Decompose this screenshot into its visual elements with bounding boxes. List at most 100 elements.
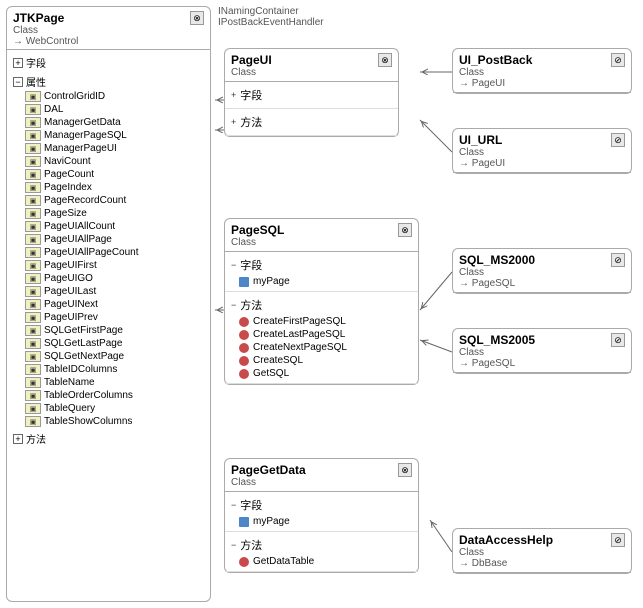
pageui-fields-section: + 字段 [225, 82, 398, 109]
methods-section: + 方法 [11, 430, 206, 447]
prop-icon: ▣ [25, 234, 41, 245]
prop-icon: ▣ [25, 182, 41, 193]
pageui-methods-section: + 方法 [225, 109, 398, 136]
prop-icon: ▣ [25, 364, 41, 375]
methods-section-header[interactable]: + 方法 [11, 430, 206, 447]
prop-icon: ▣ [25, 104, 41, 115]
pageui-methods-toggle[interactable]: + [231, 117, 236, 127]
dataaccesshelp-subtitle: Class [459, 547, 553, 558]
sqlms2000-subtitle: Class [459, 267, 535, 278]
pagesql-methods-toggle[interactable]: − [231, 300, 236, 310]
pagegetdata-fields-header[interactable]: − 字段 [231, 495, 412, 515]
pagegetdata-methods-section: − 方法 GetDataTable [225, 532, 418, 572]
pagesql-methods-label: 方法 [240, 297, 262, 313]
fields-section-header[interactable]: + 字段 [11, 54, 206, 71]
prop-icon: ▣ [25, 169, 41, 180]
panel-inheritance: → WebControl [13, 36, 78, 47]
card-dataaccesshelp: DataAccessHelp Class → DbBase ⊘ [452, 528, 632, 574]
pagesql-collapse[interactable]: ⊗ [398, 223, 412, 237]
panel-title: JTKPage [13, 11, 78, 25]
list-item: ▣TableQuery [23, 402, 206, 415]
prop-icon: ▣ [25, 260, 41, 271]
prop-icon: ▣ [25, 312, 41, 323]
sqlms2005-inheritance: → PageSQL [459, 358, 535, 369]
prop-icon: ▣ [25, 325, 41, 336]
properties-label: 属性 [26, 74, 46, 89]
prop-icon: ▣ [25, 117, 41, 128]
prop-icon: ▣ [25, 143, 41, 154]
pagesql-field-mypage-label: myPage [253, 276, 290, 287]
dataaccesshelp-collapse[interactable]: ⊘ [611, 533, 625, 547]
sqlms2005-collapse[interactable]: ⊘ [611, 333, 625, 347]
prop-icon: ▣ [25, 338, 41, 349]
list-item: ▣PageUIPrev [23, 311, 206, 324]
top-note: INamingContainer IPostBackEventHandler [218, 6, 324, 28]
list-item: ▣DAL [23, 103, 206, 116]
list-item: ▣SQLGetNextPage [23, 350, 206, 363]
prop-icon: ▣ [25, 390, 41, 401]
pageui-fields-header[interactable]: + 字段 [231, 85, 392, 105]
sqlms2000-inheritance: → PageSQL [459, 278, 535, 289]
pagesql-fields-header[interactable]: − 字段 [231, 255, 412, 275]
pagesql-fields-toggle[interactable]: − [231, 260, 236, 270]
pagegetdata-fields-label: 字段 [240, 497, 262, 513]
list-item: ▣PageCount [23, 168, 206, 181]
methods-toggle[interactable]: + [13, 434, 23, 444]
uiurl-collapse[interactable]: ⊘ [611, 133, 625, 147]
field-icon [239, 517, 249, 527]
pagesql-method-2: CreateNextPageSQL [231, 341, 412, 354]
list-item: ▣PageUIAllCount [23, 220, 206, 233]
prop-icon: ▣ [25, 195, 41, 206]
uipostback-subtitle: Class [459, 67, 532, 78]
sqlms2000-collapse[interactable]: ⊘ [611, 253, 625, 267]
properties-list: ▣ControlGridID▣DAL▣ManagerGetData▣Manage… [23, 90, 206, 428]
pageui-methods-header[interactable]: + 方法 [231, 112, 392, 132]
prop-icon: ▣ [25, 221, 41, 232]
list-item: ▣PageSize [23, 207, 206, 220]
card-sql-ms2000: SQL_MS2000 Class → PageSQL ⊘ [452, 248, 632, 294]
properties-section-header[interactable]: − 属性 [11, 73, 206, 90]
list-item: ▣TableName [23, 376, 206, 389]
prop-icon: ▣ [25, 273, 41, 284]
fields-section: + 字段 [11, 54, 206, 71]
pagesql-title: PageSQL [231, 223, 284, 237]
card-sql-ms2005: SQL_MS2005 Class → PageSQL ⊘ [452, 328, 632, 374]
pageui-collapse[interactable]: ⊗ [378, 53, 392, 67]
list-item: ▣PageUIGO [23, 272, 206, 285]
list-item: ▣PageUILast [23, 285, 206, 298]
pagegetdata-method-0: GetDataTable [231, 555, 412, 568]
card-ui-postback: UI_PostBack Class → PageUI ⊘ [452, 48, 632, 94]
pagegetdata-methods-header[interactable]: − 方法 [231, 535, 412, 555]
list-item: ▣PageIndex [23, 181, 206, 194]
uipostback-collapse[interactable]: ⊘ [611, 53, 625, 67]
panel-collapse-btn[interactable]: ⊗ [190, 11, 204, 25]
pagegetdata-subtitle: Class [231, 477, 306, 488]
sqlms2005-subtitle: Class [459, 347, 535, 358]
card-pageui: PageUI Class ⊗ + 字段 + 方法 [224, 48, 399, 137]
uipostback-inheritance: → PageUI [459, 78, 532, 89]
pagegetdata-fields-toggle[interactable]: − [231, 500, 236, 510]
uiurl-subtitle: Class [459, 147, 505, 158]
pagegetdata-title: PageGetData [231, 463, 306, 477]
pagesql-field-mypage: myPage [231, 275, 412, 288]
prop-icon: ▣ [25, 377, 41, 388]
card-pagesql: PageSQL Class ⊗ − 字段 myPage − 方法 CreateF… [224, 218, 419, 385]
pagegetdata-fields-section: − 字段 myPage [225, 492, 418, 532]
list-item: ▣PageRecordCount [23, 194, 206, 207]
method-icon [239, 343, 249, 353]
pageui-title: PageUI [231, 53, 272, 67]
dataaccesshelp-title: DataAccessHelp [459, 533, 553, 547]
pagegetdata-collapse[interactable]: ⊗ [398, 463, 412, 477]
list-item: ▣ManagerPageSQL [23, 129, 206, 142]
pageui-methods-label: 方法 [240, 114, 262, 130]
method-icon [239, 317, 249, 327]
properties-toggle[interactable]: − [13, 77, 23, 87]
method-icon [239, 369, 249, 379]
fields-toggle[interactable]: + [13, 58, 23, 68]
fields-label: 字段 [26, 55, 46, 70]
pagegetdata-methods-toggle[interactable]: − [231, 540, 236, 550]
pagesql-methods-header[interactable]: − 方法 [231, 295, 412, 315]
pageui-subtitle: Class [231, 67, 272, 78]
list-item: ▣SQLGetFirstPage [23, 324, 206, 337]
pageui-fields-toggle[interactable]: + [231, 90, 236, 100]
